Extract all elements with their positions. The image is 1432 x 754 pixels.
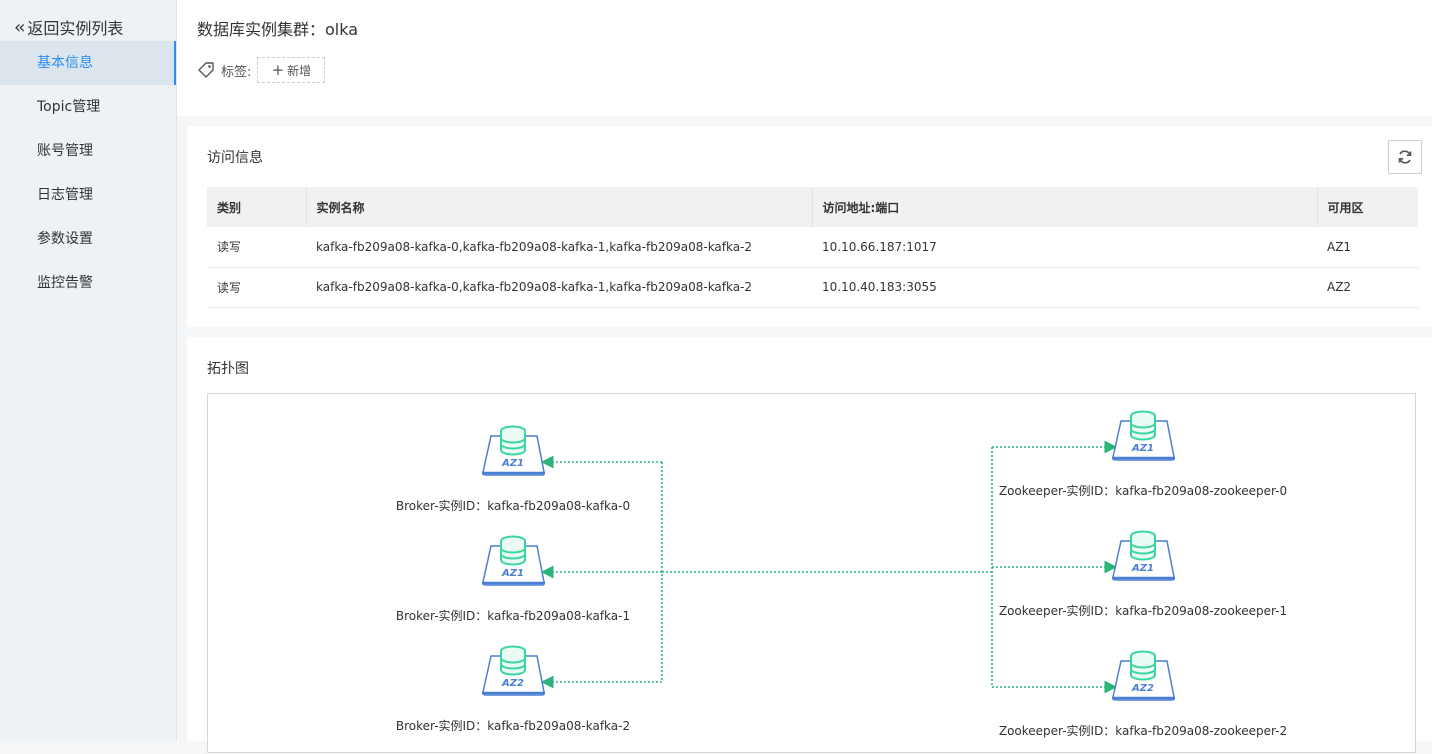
- topology-canvas: AZ1 Broker-实例ID：kafka-fb209a08-kafka-0 AZ1…: [396, 410, 1287, 738]
- zookeeper-node-label: Zookeeper-实例ID：kafka-fb209a08-zookeeper-…: [999, 723, 1287, 738]
- table-row: 读写 kafka-fb209a08-kafka-0,kafka-fb209a08…: [207, 227, 1418, 268]
- topology-diagram: AZ1 Broker-实例ID：kafka-fb209a08-kafka-0 AZ1…: [207, 393, 1416, 753]
- az-badge: AZ1: [501, 568, 524, 579]
- column-header-zone: 可用区: [1316, 187, 1418, 227]
- plus-icon: +: [271, 61, 285, 79]
- access-info-table: 类别 实例名称 访问地址:端口 可用区 读写 kafka-fb209a08-ka…: [207, 187, 1418, 308]
- cell-type: 读写: [207, 227, 306, 268]
- sidebar-item-account-management[interactable]: 账号管理: [0, 129, 176, 173]
- sidebar-item-monitoring-alerts[interactable]: 监控告警: [0, 261, 176, 305]
- az-badge: AZ1: [501, 458, 524, 469]
- tag-label: 标签:: [221, 64, 252, 80]
- sidebar: ‹‹ 返回实例列表 基本信息 Topic管理 账号管理 日志管理 参数设置 监控…: [0, 0, 177, 741]
- sidebar-item-basic-info[interactable]: 基本信息: [0, 41, 176, 85]
- cell-instance-name: kafka-fb209a08-kafka-0,kafka-fb209a08-ka…: [306, 267, 812, 308]
- add-tag-label: 新增: [287, 63, 312, 78]
- broker-node-icon[interactable]: AZ2: [482, 645, 545, 696]
- cell-address-port: 10.10.40.183:3055: [812, 267, 1317, 308]
- broker-node-label: Broker-实例ID：kafka-fb209a08-kafka-0: [396, 498, 630, 513]
- sidebar-item-topic-management[interactable]: Topic管理: [0, 85, 176, 129]
- az-badge: AZ2: [501, 678, 524, 689]
- column-header-instance-name: 实例名称: [305, 187, 812, 227]
- zookeeper-node-label: Zookeeper-实例ID：kafka-fb209a08-zookeeper-…: [999, 603, 1287, 618]
- column-header-address-port: 访问地址:端口: [811, 187, 1317, 227]
- table-header-row: 类别 实例名称 访问地址:端口 可用区: [207, 187, 1418, 227]
- back-to-instance-list-link[interactable]: ‹‹ 返回实例列表: [14, 14, 123, 40]
- cell-type: 读写: [207, 267, 306, 308]
- broker-node-label: Broker-实例ID：kafka-fb209a08-kafka-2: [396, 718, 630, 733]
- refresh-icon: [1398, 150, 1412, 164]
- cell-instance-name: kafka-fb209a08-kafka-0,kafka-fb209a08-ka…: [306, 227, 812, 268]
- access-info-card: 访问信息 类别 实例名称 访问地址:端口 可用区 读写 kafka-fb209a…: [187, 126, 1432, 327]
- cell-address-port: 10.10.66.187:1017: [812, 227, 1317, 268]
- broker-node-icon[interactable]: AZ1: [482, 535, 545, 586]
- zookeeper-node-icon[interactable]: AZ2: [1112, 650, 1175, 701]
- broker-node-icon[interactable]: AZ1: [482, 425, 545, 476]
- topology-title: 拓扑图: [207, 361, 249, 377]
- sidebar-item-parameter-settings[interactable]: 参数设置: [0, 217, 176, 261]
- az-badge: AZ2: [1131, 683, 1154, 694]
- refresh-button[interactable]: [1388, 140, 1422, 174]
- sidebar-item-log-management[interactable]: 日志管理: [0, 173, 176, 217]
- back-link-label: 返回实例列表: [27, 19, 124, 38]
- zookeeper-node-icon[interactable]: AZ1: [1112, 410, 1175, 461]
- broker-node-label: Broker-实例ID：kafka-fb209a08-kafka-1: [396, 608, 630, 623]
- add-tag-button[interactable]: + 新增: [257, 57, 326, 83]
- az-badge: AZ1: [1131, 563, 1154, 574]
- topology-card: 拓扑图 AZ1 Broker-实例ID：kafka-fb209a08-kafka-…: [187, 337, 1432, 753]
- table-row: 读写 kafka-fb209a08-kafka-0,kafka-fb209a08…: [207, 267, 1418, 308]
- access-info-title: 访问信息: [207, 150, 263, 166]
- column-header-type: 类别: [207, 187, 306, 227]
- zookeeper-node-label: Zookeeper-实例ID：kafka-fb209a08-zookeeper-…: [999, 483, 1287, 498]
- page-header: 数据库实例集群：olka 标签: + 新增: [177, 0, 1432, 116]
- az-badge: AZ1: [1131, 443, 1154, 454]
- tag-icon: [198, 62, 214, 78]
- cell-zone: AZ2: [1317, 267, 1418, 308]
- zookeeper-node-icon[interactable]: AZ1: [1112, 530, 1175, 581]
- main-content: 数据库实例集群：olka 标签: + 新增 访问信息 类别 实例名称 访问地址:…: [177, 0, 1432, 753]
- cell-zone: AZ1: [1317, 227, 1418, 268]
- double-chevron-left-icon: ‹‹: [14, 16, 26, 38]
- tag-row: 标签: + 新增: [197, 56, 326, 84]
- page-title: 数据库实例集群：olka: [197, 20, 359, 39]
